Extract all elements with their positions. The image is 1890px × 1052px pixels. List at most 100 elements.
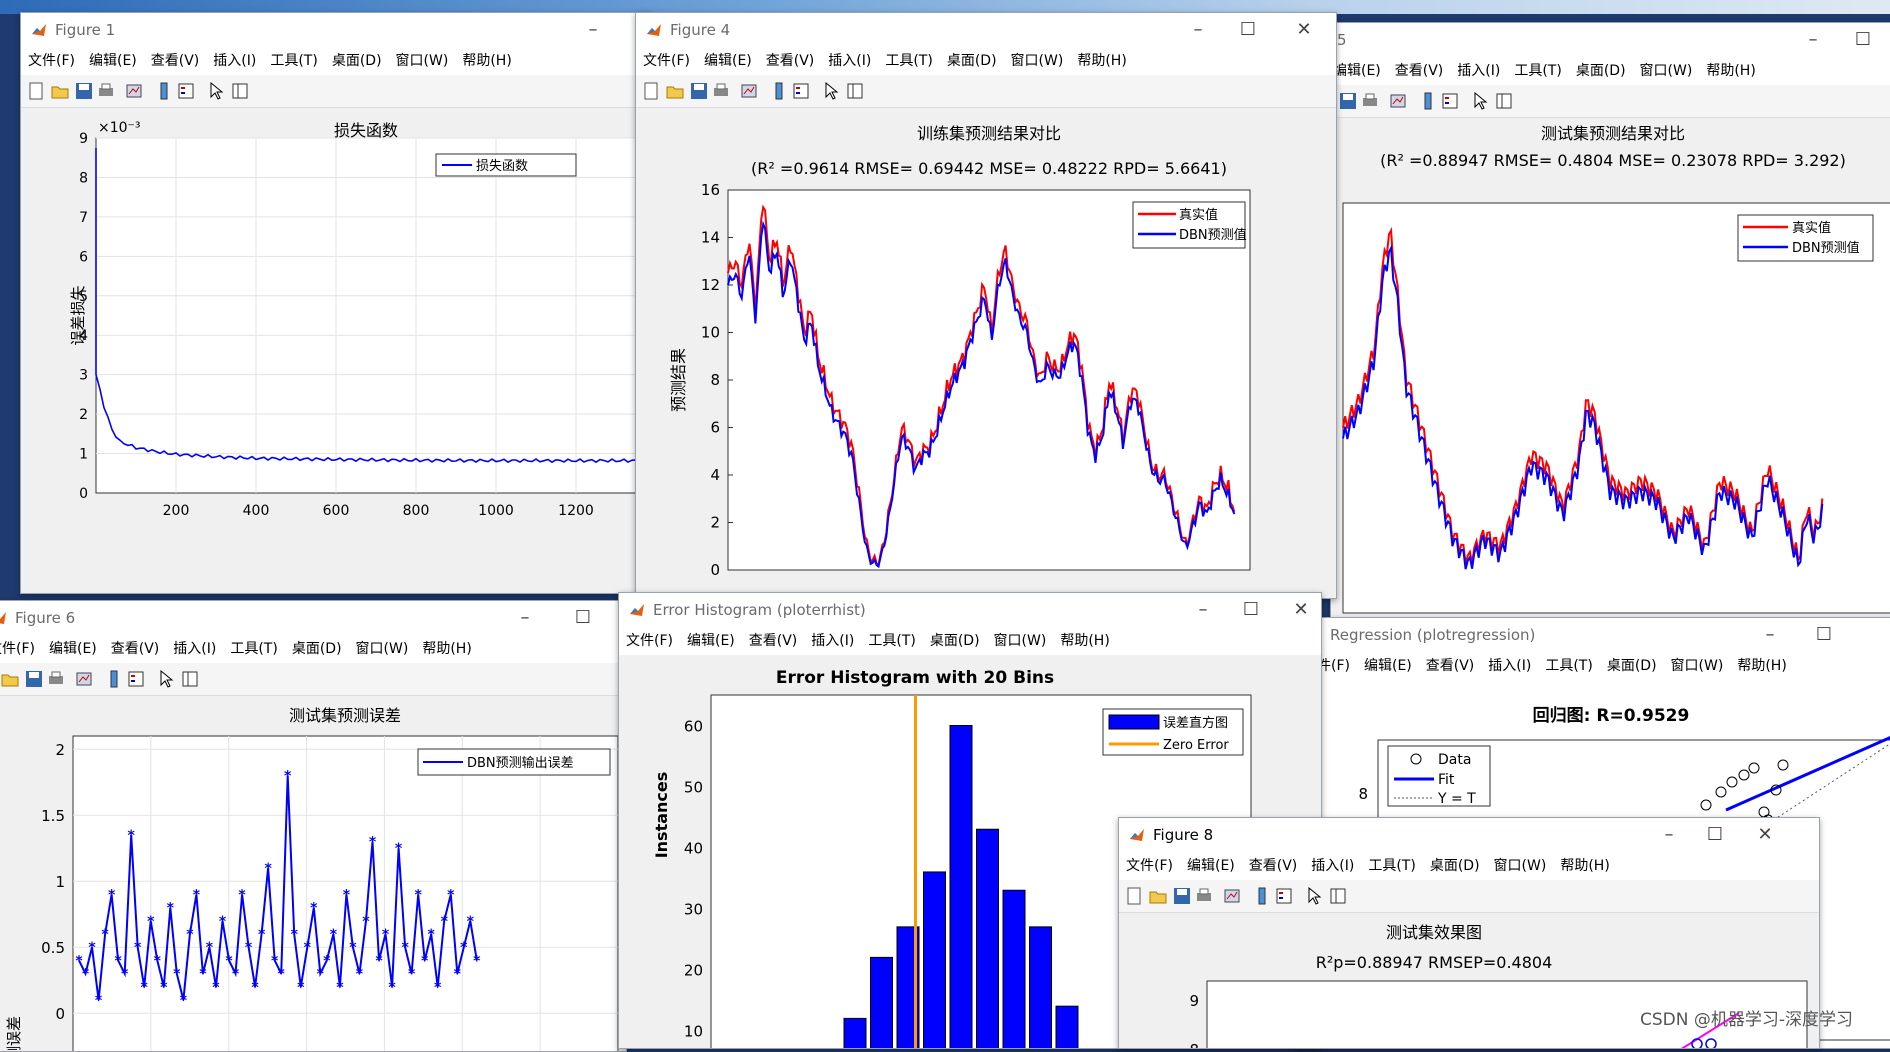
link-plot-icon[interactable] xyxy=(1223,887,1241,905)
legend-icon[interactable] xyxy=(1275,887,1293,905)
maximize-button[interactable]: ☐ xyxy=(1841,27,1885,53)
link-plot-icon[interactable] xyxy=(740,82,758,100)
menu-item[interactable]: 帮助(H) xyxy=(1699,57,1762,85)
menu-item[interactable]: 查看(V) xyxy=(144,47,207,75)
open-folder-icon[interactable] xyxy=(51,82,69,100)
menu-item[interactable]: 窗口(W) xyxy=(1633,57,1700,85)
menu-item[interactable]: 查看(V) xyxy=(1419,652,1482,680)
menu-item[interactable]: 插入(I) xyxy=(1450,57,1507,85)
close-button[interactable]: ✕ xyxy=(1279,597,1321,623)
menu-item[interactable]: 文件(F) xyxy=(636,47,697,75)
minimize-button[interactable]: – xyxy=(503,605,547,631)
pointer-icon[interactable] xyxy=(1471,91,1489,110)
print-icon[interactable] xyxy=(47,670,65,688)
menu-item[interactable]: 窗口(W) xyxy=(1004,47,1071,75)
close-button[interactable]: ✕ xyxy=(1743,822,1787,848)
legend-icon[interactable] xyxy=(792,82,810,100)
menu-item[interactable]: 查看(V) xyxy=(104,635,167,663)
figure-1-window[interactable]: Figure 1 – 文件(F) 编辑(E) 查看(V) 插入(I) 工具(T) 桌面(D… xyxy=(20,12,652,594)
menu-item[interactable]: 插入(I) xyxy=(166,635,223,663)
menu-item[interactable]: 帮助(H) xyxy=(1553,852,1616,880)
close-button[interactable]: ✕ xyxy=(1282,17,1326,43)
menu-item[interactable]: 帮助(H) xyxy=(455,47,518,75)
menu-item[interactable]: 桌面(D) xyxy=(1423,852,1487,880)
menu-item[interactable]: 编辑(E) xyxy=(1331,57,1388,85)
pointer-icon[interactable] xyxy=(822,81,840,100)
menu-item[interactable]: 编辑(E) xyxy=(680,627,742,655)
link-plot-icon[interactable] xyxy=(1389,92,1407,110)
maximize-button[interactable]: ☐ xyxy=(1226,17,1270,43)
menu-item[interactable]: 编辑(E) xyxy=(42,635,104,663)
title-bar[interactable]: Figure 8 – ☐ ✕ xyxy=(1119,818,1819,852)
pointer-icon[interactable] xyxy=(157,669,175,688)
save-icon[interactable] xyxy=(1339,92,1357,110)
link-plot-icon[interactable] xyxy=(125,82,143,100)
menu-item[interactable]: 文件(F) xyxy=(1119,852,1180,880)
menu-item[interactable]: 工具(T) xyxy=(1538,652,1599,680)
title-bar[interactable]: Figure 1 – xyxy=(21,13,651,47)
minimize-button[interactable]: – xyxy=(571,17,615,43)
menu-item[interactable]: 查看(V) xyxy=(742,627,805,655)
legend-icon[interactable] xyxy=(127,670,145,688)
open-folder-icon[interactable] xyxy=(1149,887,1167,905)
open-folder-icon[interactable] xyxy=(666,82,684,100)
menu-item[interactable]: 插入(I) xyxy=(804,627,861,655)
menu-item[interactable]: 桌面(D) xyxy=(940,47,1004,75)
figure-6-window[interactable]: Figure 6 – ☐ 文件(F)编辑(E)查看(V)插入(I)工具(T)桌面… xyxy=(0,600,627,1052)
menu-item[interactable]: 插入(I) xyxy=(1481,652,1538,680)
figure-5-window[interactable]: 5 – ☐ 文件(F)编辑(E)查看(V)插入(I)工具(T)桌面(D)窗口(W… xyxy=(1330,22,1890,629)
menu-item[interactable]: 文件(F) xyxy=(21,47,82,75)
property-editor-icon[interactable] xyxy=(846,82,864,100)
menu-item[interactable]: 窗口(W) xyxy=(389,47,456,75)
menu-item[interactable]: 插入(I) xyxy=(1304,852,1361,880)
menu-item[interactable]: 工具(T) xyxy=(861,627,922,655)
menu-item[interactable]: 窗口(W) xyxy=(349,635,416,663)
menu-item[interactable]: 文件(F) xyxy=(0,635,42,663)
menu-item[interactable]: 插入(I) xyxy=(206,47,263,75)
title-bar[interactable]: Error Histogram (ploterrhist) – ☐ ✕ xyxy=(619,593,1321,627)
new-file-icon[interactable] xyxy=(642,82,660,100)
menu-item[interactable]: 工具(T) xyxy=(1361,852,1422,880)
menu-item[interactable]: 帮助(H) xyxy=(1730,652,1793,680)
print-icon[interactable] xyxy=(1195,887,1213,905)
menu-item[interactable]: 工具(T) xyxy=(878,47,939,75)
minimize-button[interactable]: – xyxy=(1748,622,1792,648)
title-bar[interactable]: Figure 4 – ☐ ✕ xyxy=(636,13,1336,47)
new-file-icon[interactable] xyxy=(1125,887,1143,905)
open-folder-icon[interactable] xyxy=(1,670,19,688)
save-icon[interactable] xyxy=(25,670,43,688)
minimize-button[interactable]: – xyxy=(1647,822,1691,848)
maximize-button[interactable]: ☐ xyxy=(1229,597,1273,623)
maximize-button[interactable]: ☐ xyxy=(1693,822,1737,848)
menu-item[interactable]: 桌面(D) xyxy=(1600,652,1664,680)
menu-item[interactable]: 工具(T) xyxy=(223,635,284,663)
menu-item[interactable]: 查看(V) xyxy=(1388,57,1451,85)
print-icon[interactable] xyxy=(97,82,115,100)
legend-icon[interactable] xyxy=(1441,92,1459,110)
property-editor-icon[interactable] xyxy=(1495,92,1513,110)
menu-item[interactable]: 查看(V) xyxy=(759,47,822,75)
pointer-icon[interactable] xyxy=(207,81,225,100)
menu-item[interactable]: 桌面(D) xyxy=(1569,57,1633,85)
property-editor-icon[interactable] xyxy=(1329,887,1347,905)
colorbar-icon[interactable] xyxy=(105,670,123,688)
link-plot-icon[interactable] xyxy=(75,670,93,688)
menu-item[interactable]: 窗口(W) xyxy=(1487,852,1554,880)
maximize-button[interactable]: ☐ xyxy=(1802,622,1846,648)
minimize-button[interactable]: – xyxy=(1176,17,1220,43)
menu-item[interactable]: 插入(I) xyxy=(821,47,878,75)
title-bar[interactable]: Regression (plotregression) – ☐ xyxy=(1296,618,1890,652)
menu-item[interactable]: 桌面(D) xyxy=(325,47,389,75)
maximize-button[interactable]: ☐ xyxy=(561,605,605,631)
menu-item[interactable]: 编辑(E) xyxy=(1180,852,1242,880)
menu-item[interactable]: 桌面(D) xyxy=(285,635,349,663)
save-icon[interactable] xyxy=(690,82,708,100)
property-editor-icon[interactable] xyxy=(181,670,199,688)
menu-item[interactable]: 编辑(E) xyxy=(1357,652,1419,680)
menu-item[interactable]: 帮助(H) xyxy=(415,635,478,663)
print-icon[interactable] xyxy=(1361,92,1379,110)
menu-item[interactable]: 窗口(W) xyxy=(987,627,1054,655)
menu-item[interactable]: 窗口(W) xyxy=(1664,652,1731,680)
menu-item[interactable]: 查看(V) xyxy=(1242,852,1305,880)
pointer-icon[interactable] xyxy=(1305,886,1323,905)
